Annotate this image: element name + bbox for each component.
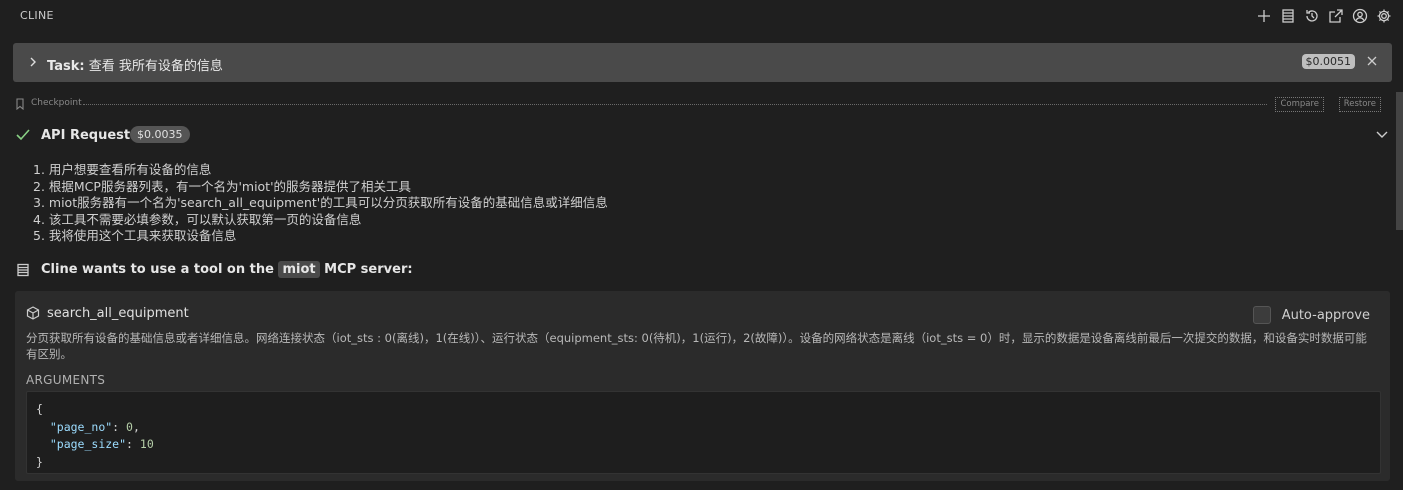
arguments-label: ARGUMENTS xyxy=(26,373,106,387)
top-bar: CLINE xyxy=(0,0,1403,33)
task-header[interactable]: Task: 查看 我所有设备的信息 $0.0051 xyxy=(13,43,1392,82)
tool-description: 分页获取所有设备的基础信息或者详细信息。网络连接状态（iot_sts : 0(离… xyxy=(26,331,1367,361)
bookmark-icon xyxy=(15,98,25,111)
list-item: 2. 根据MCP服务器列表，有一个名为'miot'的服务器提供了相关工具 xyxy=(33,178,412,194)
checkpoint-label: Checkpoint xyxy=(31,98,82,108)
reasoning-text: 1. 用户想要查看所有设备的信息 2. 根据MCP服务器列表，有一个名为'mio… xyxy=(33,162,608,245)
api-request-cost: $0.0035 xyxy=(130,126,190,143)
auto-approve-toggle[interactable]: Auto-approve xyxy=(1252,306,1370,324)
compare-button[interactable]: Compare xyxy=(1275,97,1324,112)
api-request-label: API Request xyxy=(41,128,131,143)
restore-button[interactable]: Restore xyxy=(1338,97,1381,112)
task-label: Task: xyxy=(47,59,85,74)
auto-approve-label[interactable]: Auto-approve xyxy=(1282,308,1370,323)
scrollbar[interactable] xyxy=(1396,92,1403,230)
toolbar xyxy=(1255,7,1393,25)
json-value: 0 xyxy=(126,419,133,434)
json-value: 10 xyxy=(139,437,154,451)
account-icon[interactable] xyxy=(1351,7,1369,25)
tool-card: search_all_equipment Auto-approve 分页获取所有… xyxy=(15,291,1390,481)
task-title: Task: 查看 我所有设备的信息 xyxy=(47,55,223,74)
tool-name: search_all_equipment xyxy=(47,306,189,321)
history-icon[interactable] xyxy=(1303,7,1321,25)
json-key: "page_size" xyxy=(49,437,127,451)
arguments-code-block: { "page_no": 0, "page_size": 10 } xyxy=(26,391,1381,474)
json-key: "page_no" xyxy=(49,419,113,434)
list-item: 5. 我将使用这个工具来获取设备信息 xyxy=(33,228,237,243)
app-title: CLINE xyxy=(20,9,54,22)
auto-approve-checkbox[interactable] xyxy=(1252,306,1271,324)
chevron-right-icon[interactable] xyxy=(27,55,39,69)
chevron-down-icon[interactable] xyxy=(1375,129,1389,141)
popout-icon[interactable] xyxy=(1327,7,1345,25)
api-request-row[interactable]: API Request $0.0035 xyxy=(15,126,1389,146)
plus-icon[interactable] xyxy=(1255,7,1273,25)
gear-icon[interactable] xyxy=(1375,7,1393,25)
list-item: 3. miot服务器有一个名为'search_all_equipment'的工具… xyxy=(33,195,608,210)
checkpoint-divider xyxy=(83,104,1267,105)
task-cost-badge: $0.0051 xyxy=(1301,54,1355,69)
server-icon[interactable] xyxy=(1279,7,1297,25)
server-icon xyxy=(16,263,30,277)
close-icon[interactable] xyxy=(1366,55,1378,67)
checkpoint-row: Checkpoint Compare Restore xyxy=(15,97,1381,112)
task-text: 查看 我所有设备的信息 xyxy=(88,59,223,74)
server-name-chip: miot xyxy=(278,261,320,278)
tool-request-text: Cline wants to use a tool on the miot MC… xyxy=(41,261,413,278)
check-icon xyxy=(15,128,31,142)
list-item: 1. 用户想要查看所有设备的信息 xyxy=(33,162,212,177)
list-item: 4. 该工具不需要必填参数，可以默认获取第一页的设备信息 xyxy=(33,211,362,227)
cube-icon xyxy=(26,306,40,320)
